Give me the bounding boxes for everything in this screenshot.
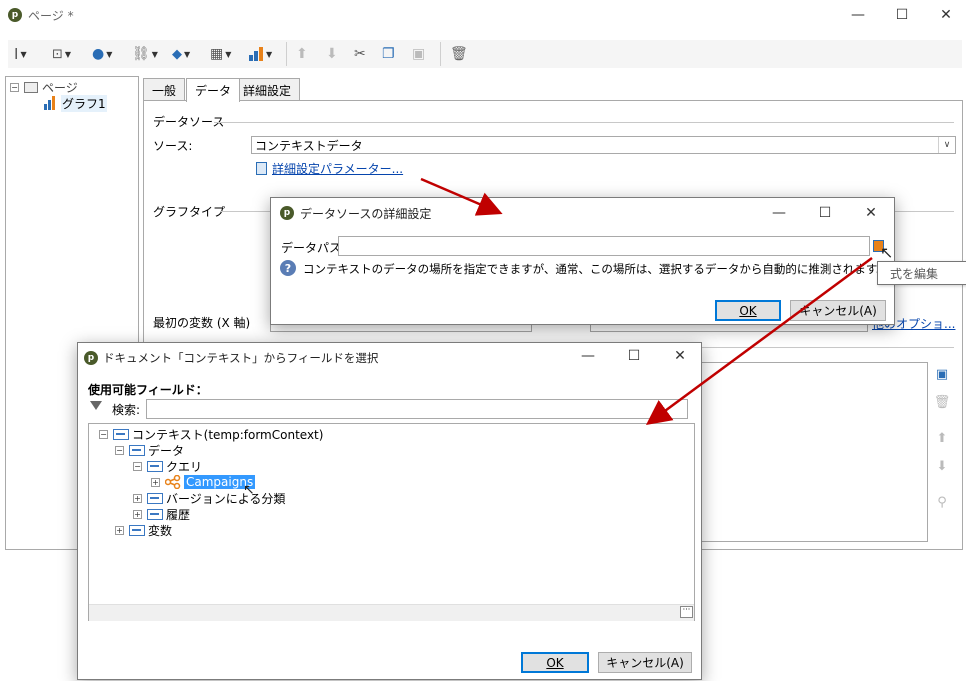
annotation-arrow-1 bbox=[420, 177, 503, 216]
annotation-arrow-2 bbox=[645, 256, 873, 425]
tab-data[interactable]: データ bbox=[186, 78, 241, 102]
annotation-arrows bbox=[420, 177, 873, 425]
tab-data-label: データ bbox=[195, 84, 232, 98]
